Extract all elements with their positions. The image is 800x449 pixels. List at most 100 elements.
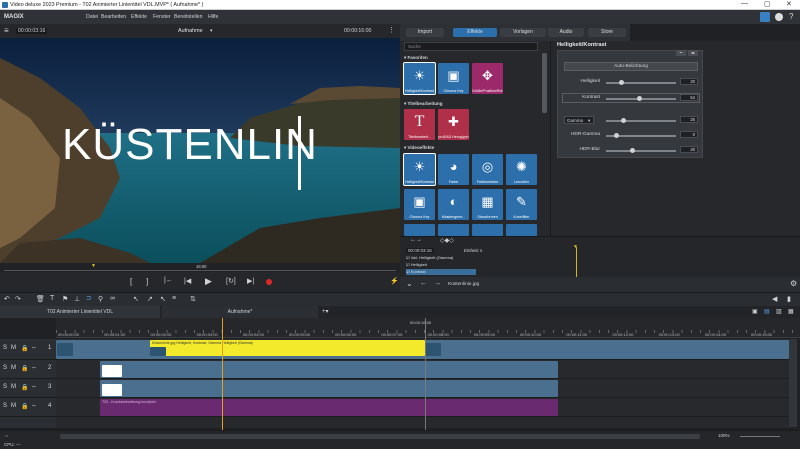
view-storyboard-icon[interactable]: ▣ (752, 308, 758, 315)
ripple-icon[interactable]: ≡ (172, 295, 176, 302)
project-tab-active[interactable]: Aufnahme* (162, 306, 318, 318)
volume-icon[interactable]: ◀ (772, 295, 777, 303)
tile-chroma-key[interactable]: ▣ Chroma Key (404, 189, 435, 220)
slider-hdr-blur[interactable] (606, 148, 676, 153)
project-tab[interactable]: T02 Animierter Linientitel VDL (0, 306, 160, 318)
zoom-slider[interactable] (740, 436, 780, 437)
slider-knob[interactable] (621, 118, 626, 123)
tile-farbe[interactable]: ◕ Farbe (438, 154, 469, 185)
mute-button[interactable]: M (11, 384, 16, 390)
maximize-icon[interactable]: ▢ (764, 0, 771, 8)
close-icon[interactable]: ✕ (786, 0, 792, 8)
solo-button[interactable]: S (3, 345, 7, 351)
horizontal-scrollbar[interactable] (60, 434, 700, 439)
scrubber-marker[interactable]: ▼ (91, 263, 96, 269)
menu-bearbeiten[interactable]: Bearbeiten (101, 14, 126, 20)
slider-kontrast[interactable] (606, 96, 676, 101)
solo-button[interactable]: S (3, 365, 7, 371)
mixer-icon[interactable]: ⇅ (190, 295, 196, 303)
nav-back-icon[interactable]: ←→ (410, 237, 422, 243)
slider-gamma[interactable] (606, 118, 676, 123)
mark-in-icon[interactable]: [ (130, 277, 132, 286)
tab-store[interactable]: Store (588, 28, 626, 37)
video-clip-track2[interactable] (100, 361, 558, 378)
group-icon[interactable]: ∞ (110, 295, 115, 302)
title-tool-icon[interactable]: T (50, 295, 54, 302)
keyframe-tools-icon[interactable]: ◇◆◇ (440, 237, 454, 244)
link-icon[interactable]: ⚲ (98, 295, 103, 303)
gamma-dropdown[interactable]: Gamma ▾ (564, 116, 594, 124)
slider-knob[interactable] (614, 133, 619, 138)
prev-frame-icon[interactable]: |◀ (184, 277, 191, 285)
mute-button[interactable]: M (11, 403, 16, 409)
mute-button[interactable]: M (11, 345, 16, 351)
tile-leuchten[interactable]: ✺ Leuchten (506, 154, 537, 185)
tile-helligkeit-kontrast[interactable]: ☀ Helligkeit/Kontrast (403, 153, 436, 186)
menu-bereitstellen[interactable]: Bereitstellen (174, 14, 203, 20)
zoom-level[interactable]: 100% (718, 433, 730, 438)
value-kontrast[interactable]: 54 (680, 94, 698, 101)
nav-next-icon[interactable]: → (434, 280, 441, 287)
slider-helligkeit[interactable] (606, 80, 676, 85)
collapse-tracks-icon[interactable]: ⇔ (4, 433, 9, 439)
meter-icon[interactable]: ▮ (787, 295, 791, 303)
search-input[interactable]: Suche (404, 42, 538, 51)
highlighted-clip[interactable]: Küstenlinie.jpg Helligkeit, Kontrast, Ga… (150, 340, 425, 356)
effects-scrollbar[interactable] (542, 53, 547, 113)
quick-action-icon[interactable]: ⚡ (390, 277, 399, 285)
mark-out-icon[interactable]: ] (146, 277, 148, 286)
section-titelbearbeitung[interactable]: ▾ Titelbearbeitung (404, 101, 442, 107)
tile-titelbearbeitung[interactable]: T Titelbearbeit... (404, 109, 435, 140)
view-timeline-icon[interactable]: ▤ (764, 308, 770, 315)
slider-knob[interactable] (619, 80, 624, 85)
keyframe-row[interactable]: ☑ Inkl. Helligkeit (Gamma) (406, 255, 476, 261)
fx-icon[interactable]: ⇔ (31, 345, 37, 351)
tile-more-3[interactable] (472, 224, 503, 236)
keyframe-row[interactable]: ☑ Helligkeit (406, 262, 476, 268)
preview-video[interactable]: KÜSTENLIN (0, 38, 400, 263)
tile-prodad-heroglyph[interactable]: ✚ proDAD Heroglyph (438, 109, 469, 140)
preview-scrubber[interactable]: ▼ 16:00 (0, 263, 400, 272)
tile-more-1[interactable] (404, 224, 435, 236)
fx-icon[interactable]: ⇔ (31, 403, 37, 409)
play-icon[interactable]: ▶ (205, 276, 212, 287)
tile-helligkeit-kontrast-fav[interactable]: ☀ Helligkeit/Kontrast (403, 62, 436, 95)
value-helligkeit[interactable]: 20 (680, 78, 698, 85)
loop-icon[interactable]: [↻] (226, 277, 236, 285)
lock-icon[interactable]: 🔒 (21, 365, 28, 372)
section-videoeffekte[interactable]: ▾ Videoeffekte (404, 145, 434, 151)
record-icon[interactable] (266, 279, 272, 285)
range-pointer-icon[interactable]: ↗ (147, 295, 153, 303)
redo-icon[interactable]: ↷ (15, 295, 21, 303)
title-clip-track4[interactable]: T02 - Kurzbeschreibung kurz/jetzt (100, 399, 558, 416)
fx-icon[interactable]: ⇔ (31, 384, 37, 390)
pointer-icon[interactable]: ↖ (133, 295, 139, 303)
help-icon[interactable]: ? (789, 12, 793, 21)
lock-icon[interactable]: 🔒 (21, 345, 28, 352)
delete-icon[interactable]: 🗑 (36, 295, 45, 303)
tile-farbkorrektur[interactable]: ◎ Farbkorrektur (472, 154, 503, 185)
lock-icon[interactable]: 🔒 (21, 403, 28, 410)
minimize-icon[interactable]: — (741, 0, 748, 7)
menu-fenster[interactable]: Fenster (153, 14, 171, 20)
auto-exposure-button[interactable]: Auto-Belichtung (564, 62, 698, 71)
track-header-2[interactable]: S M 🔒 ⇔ 2 (0, 360, 56, 379)
menu-effekte[interactable]: Effekte (131, 14, 147, 20)
slider-knob[interactable] (637, 96, 642, 101)
next-frame-icon[interactable]: ▶| (247, 277, 254, 285)
tile-more-4[interactable] (506, 224, 537, 236)
tab-vorlagen[interactable]: Vorlagen (500, 28, 546, 37)
chevron-down-icon[interactable]: ▾ (210, 28, 213, 34)
slider-knob[interactable] (630, 148, 635, 153)
track-header-3[interactable]: S M 🔒 ⇔ 3 (0, 379, 56, 398)
menu-hilfe[interactable]: Hilfe (208, 14, 218, 20)
expand-icon[interactable]: ◂▸ (688, 50, 698, 56)
mode-edit-icon[interactable] (760, 12, 770, 22)
tile-chroma-key-fav[interactable]: ▣ Chroma Key (438, 63, 469, 94)
value-hdr-blur[interactable]: 40 (680, 146, 698, 153)
tab-effekte[interactable]: Effekte (453, 28, 497, 37)
prev-marker-icon[interactable]: |← (164, 277, 173, 284)
nav-prev-icon[interactable]: ← (420, 280, 427, 287)
add-tab-icon[interactable]: +▾ (322, 308, 329, 315)
lock-icon[interactable]: 🔒 (21, 384, 28, 391)
